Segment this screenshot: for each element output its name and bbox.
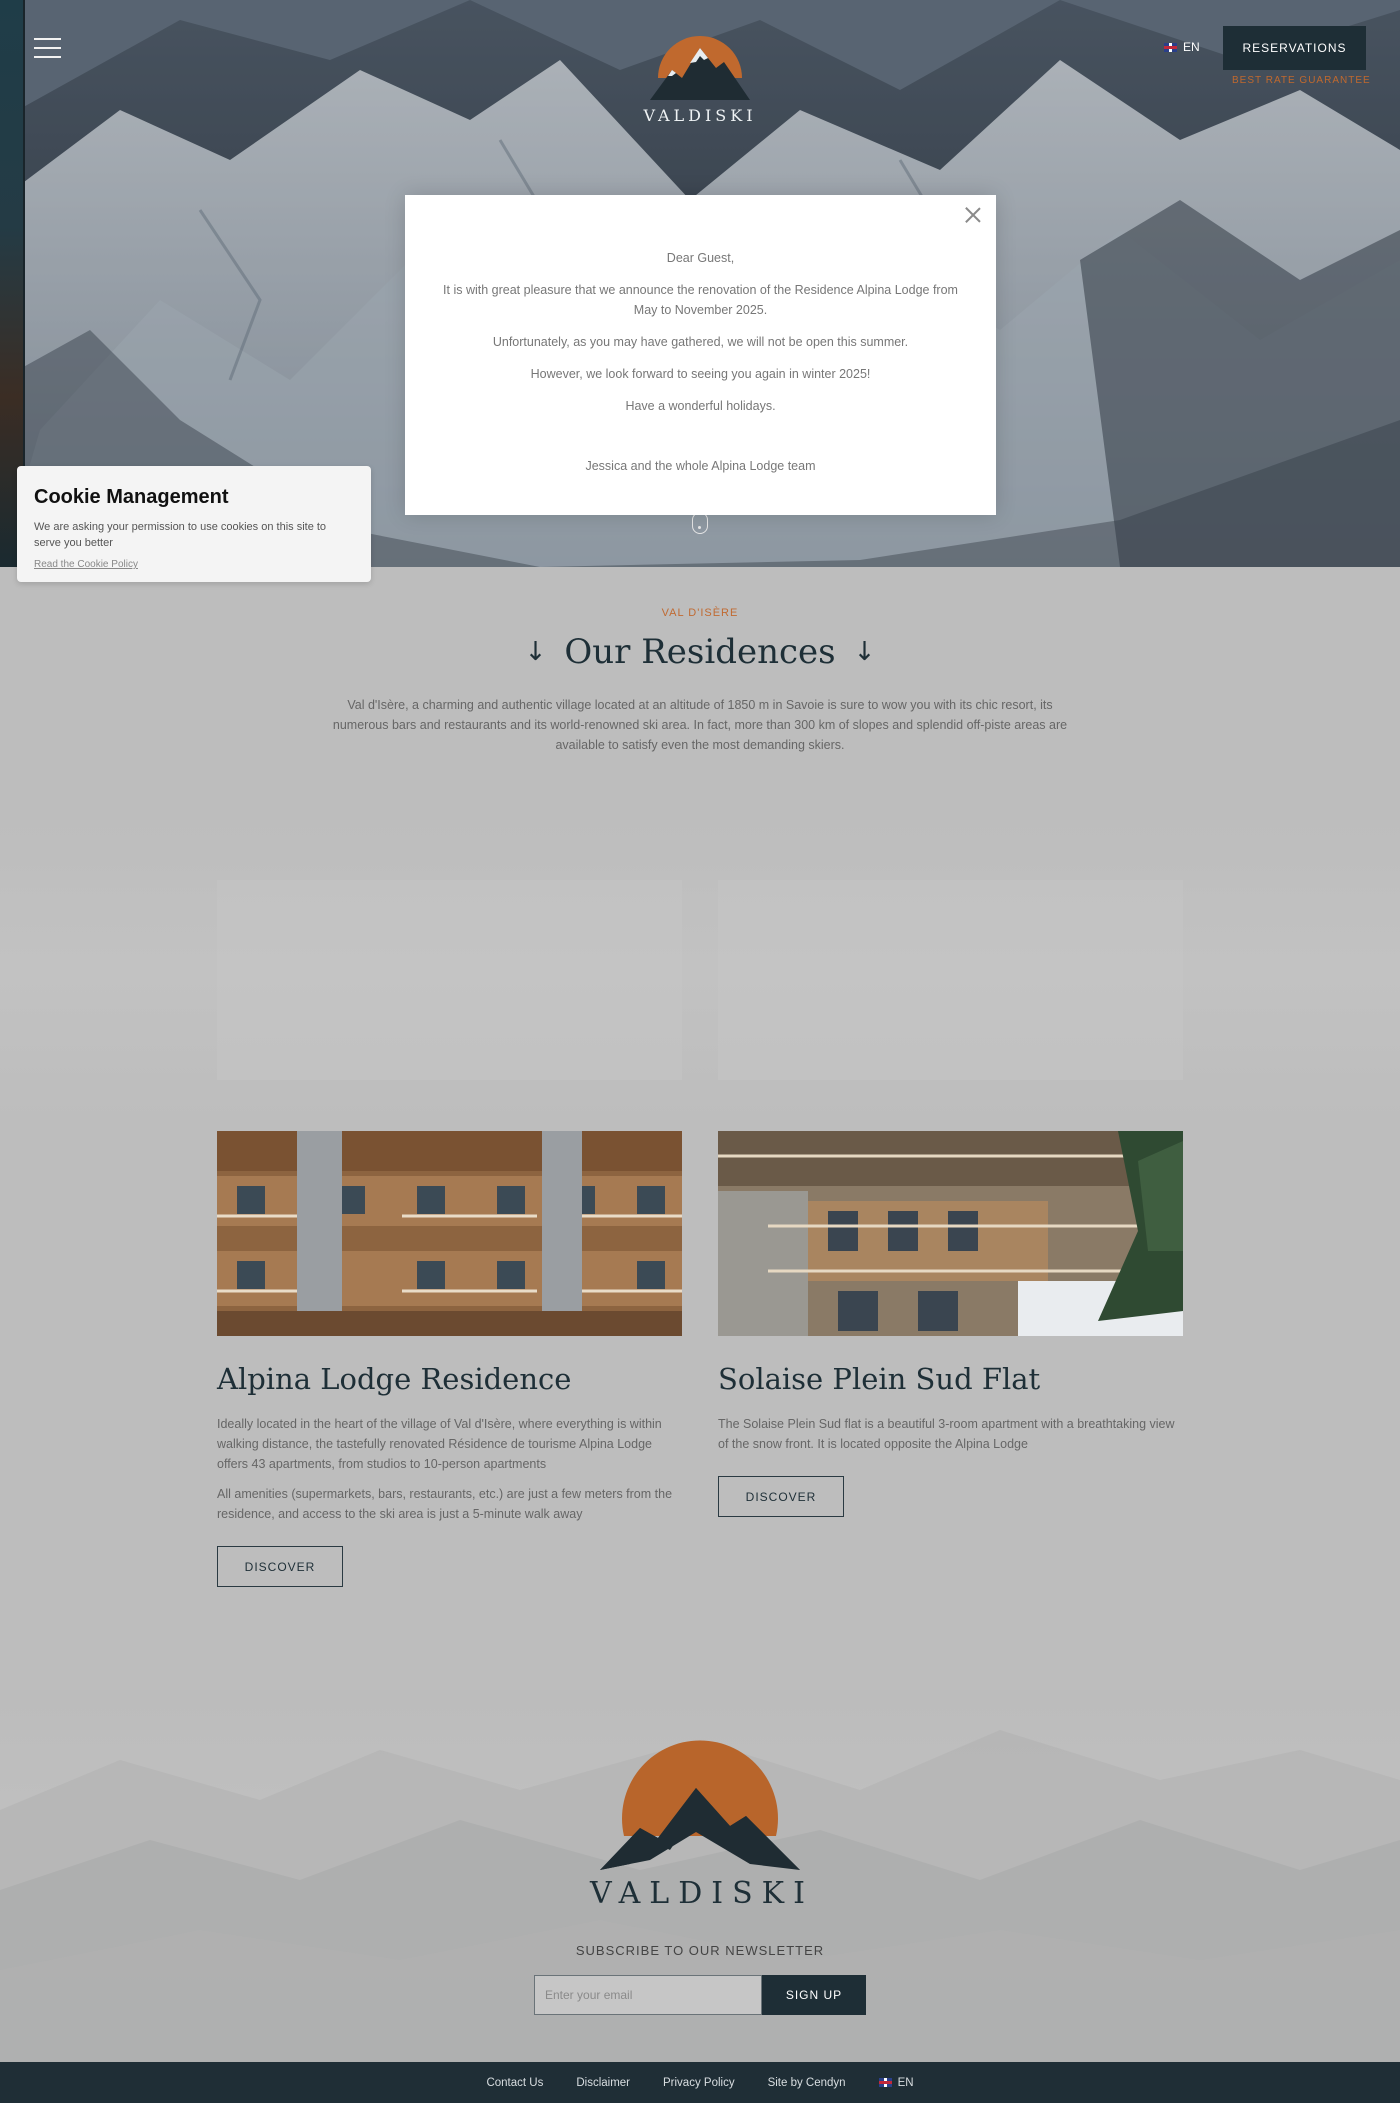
faded-image — [718, 880, 1183, 1080]
discover-button[interactable]: DISCOVER — [217, 1546, 343, 1587]
footer-logo[interactable]: VALDISKI — [590, 1740, 810, 1911]
residence-title[interactable]: Solaise Plein Sud Flat — [718, 1362, 1183, 1396]
privacy-policy-link[interactable]: Privacy Policy — [663, 2077, 735, 2089]
language-label: EN — [1183, 40, 1200, 54]
description-paragraph: Ideally located in the heart of the vill… — [217, 1417, 662, 1471]
residence-card: Solaise Plein Sud Flat The Solaise Plein… — [718, 1131, 1183, 1517]
section-title-text: Our Residences — [564, 632, 836, 672]
faded-image — [217, 880, 682, 1080]
newsletter-label: SUBSCRIBE TO OUR NEWSLETTER — [575, 1943, 825, 1958]
mountain-sun-icon — [650, 36, 750, 100]
sign-up-button[interactable]: SIGN UP — [762, 1975, 866, 2015]
arrow-down-icon: ↓ — [853, 637, 876, 667]
email-input[interactable] — [534, 1975, 762, 2015]
alpina-lodge-photo[interactable] — [217, 1131, 682, 1336]
modal-greeting: Dear Guest, — [666, 251, 735, 265]
language-label: EN — [897, 2076, 914, 2089]
modal-paragraph: Have a wonderful holidays. — [625, 399, 776, 413]
description-paragraph: All amenities (supermarkets, bars, resta… — [217, 1487, 673, 1521]
residences-intro: VAL D'ISÈRE ↓ Our Residences ↓ Val d'Isère… — [0, 567, 1400, 827]
description-paragraph: The Solaise Plein Sud flat is a beautifu… — [718, 1417, 1175, 1451]
mountain-sun-icon — [600, 1740, 800, 1870]
section-description: Val d'Isère, a charming and authentic vi… — [332, 698, 1068, 752]
brand-wordmark: VALDISKI — [643, 106, 757, 125]
residence-card: Alpina Lodge Residence Ideally located i… — [217, 1131, 682, 1587]
brand-wordmark: VALDISKI — [590, 1876, 814, 1911]
menu-icon[interactable] — [34, 38, 61, 58]
footer-language-switcher[interactable]: EN — [878, 2076, 914, 2089]
section-title: ↓ Our Residences ↓ — [0, 632, 1400, 672]
cookie-banner: Cookie Management We are asking your per… — [17, 466, 371, 582]
header-logo[interactable]: VALDISKI — [640, 18, 760, 125]
modal-paragraph: Unfortunately, as you may have gathered,… — [492, 335, 909, 349]
cookie-policy-link[interactable]: Read the Cookie Policy — [34, 559, 355, 570]
newsletter-form: SIGN UP — [534, 1975, 866, 2015]
residence-description: The Solaise Plein Sud flat is a beautifu… — [718, 1414, 1183, 1454]
uk-flag-icon — [878, 2078, 892, 2087]
residence-title[interactable]: Alpina Lodge Residence — [217, 1362, 682, 1396]
cookie-text: We are asking your permission to use coo… — [34, 521, 327, 549]
language-switcher[interactable]: EN — [1164, 40, 1200, 54]
modal-signature: Jessica and the whole Alpina Lodge team — [585, 459, 816, 473]
site-credit-link[interactable]: Site by Cendyn — [768, 2077, 846, 2089]
footer-bottom-bar: Contact Us Disclaimer Privacy Policy Sit… — [0, 2062, 1400, 2103]
close-icon[interactable] — [963, 205, 983, 225]
discover-button[interactable]: DISCOVER — [718, 1476, 844, 1517]
modal-paragraph: It is with great pleasure that we announ… — [443, 283, 958, 317]
solaise-flat-photo[interactable] — [718, 1131, 1183, 1336]
announcement-modal: Dear Guest, It is with great pleasure th… — [405, 195, 996, 515]
uk-flag-icon — [1164, 42, 1177, 52]
faded-background-band — [0, 820, 1400, 1120]
disclaimer-link[interactable]: Disclaimer — [576, 2077, 630, 2089]
residence-description: Ideally located in the heart of the vill… — [217, 1414, 682, 1524]
contact-us-link[interactable]: Contact Us — [486, 2077, 543, 2089]
reservations-button[interactable]: RESERVATIONS — [1223, 26, 1366, 70]
modal-paragraph: However, we look forward to seeing you a… — [530, 367, 871, 381]
section-kicker: VAL D'ISÈRE — [661, 607, 739, 619]
best-rate-guarantee-link[interactable]: BEST RATE GUARANTEE — [1232, 75, 1371, 86]
scroll-down-icon[interactable] — [692, 512, 708, 534]
arrow-down-icon: ↓ — [524, 637, 547, 667]
footer: VALDISKI SUBSCRIBE TO OUR NEWSLETTER SIG… — [0, 1690, 1400, 2062]
cookie-title: Cookie Management — [34, 486, 229, 508]
